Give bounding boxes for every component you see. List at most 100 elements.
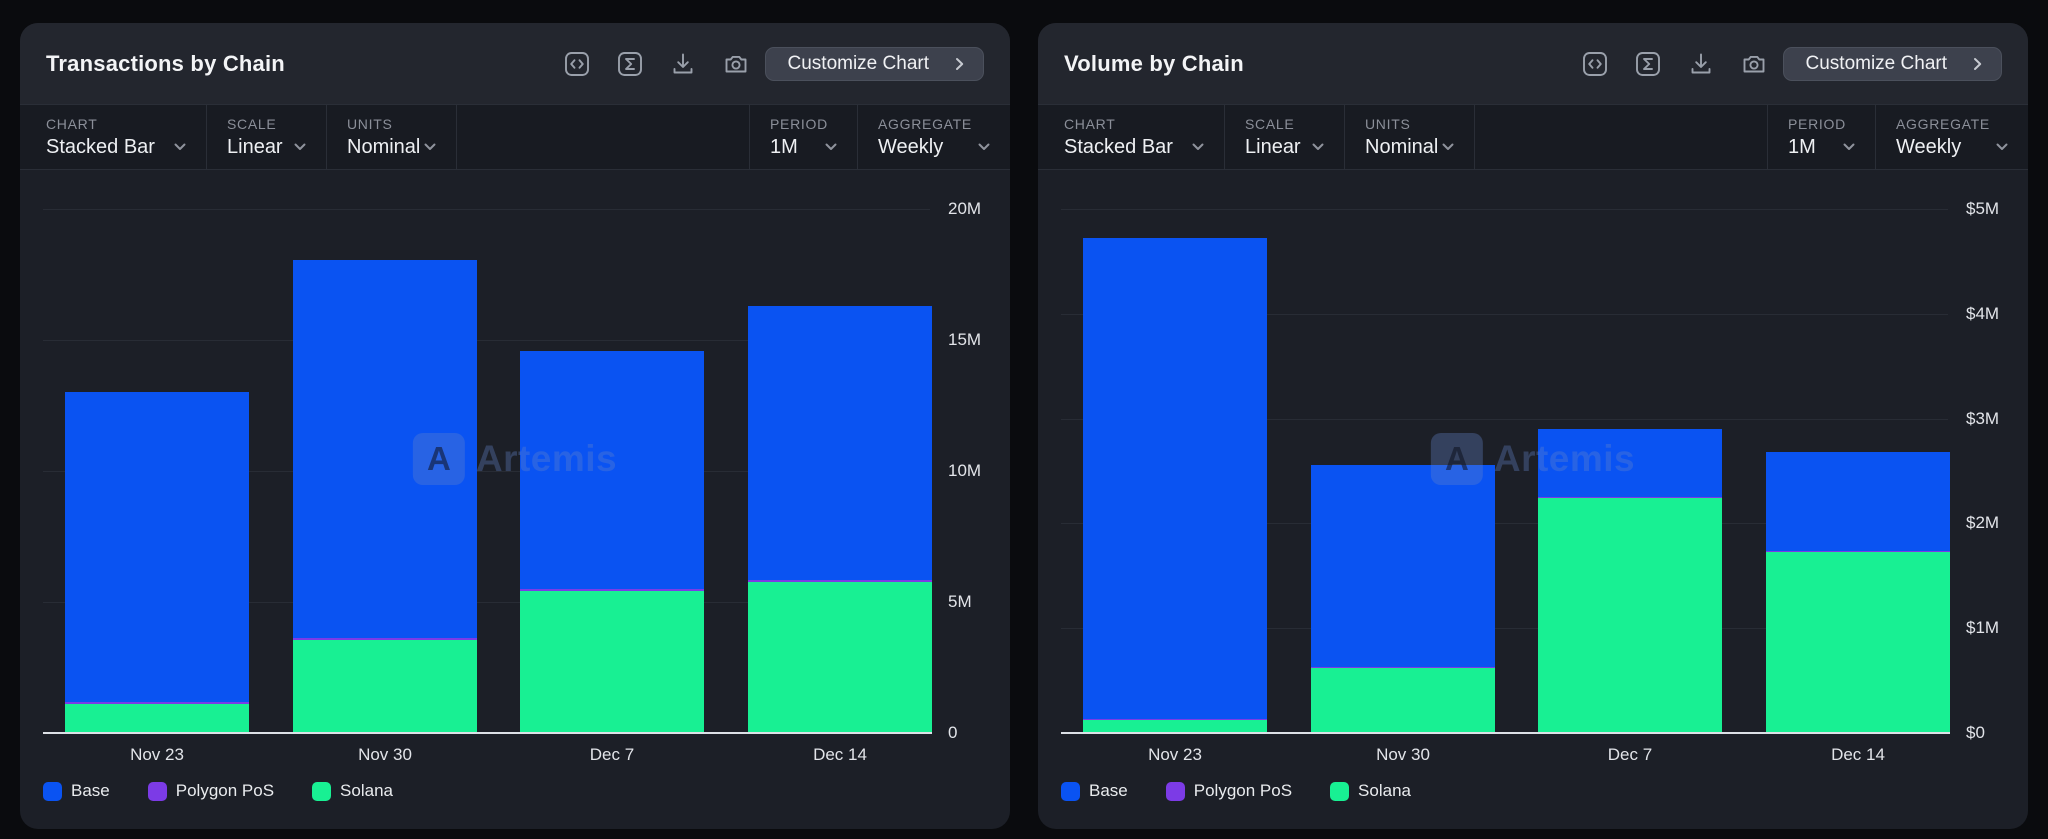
- panel-header: Transactions by Chain Customize Chart: [20, 23, 1010, 104]
- formula-button[interactable]: [1633, 49, 1663, 79]
- legend-item-solana[interactable]: Solana: [1330, 781, 1411, 801]
- chart-legend: Base Polygon PoS Solana: [43, 781, 393, 801]
- screenshot-button[interactable]: [1739, 49, 1769, 79]
- sigma-icon: [617, 51, 642, 76]
- bar-segment-solana[interactable]: [1538, 498, 1722, 733]
- legend-swatch: [43, 781, 62, 801]
- legend-swatch: [312, 781, 332, 801]
- bar-segment-polygon-pos[interactable]: [1311, 667, 1495, 668]
- legend-swatch: [147, 781, 167, 801]
- chevron-down-icon: [294, 143, 306, 150]
- x-axis-label: Dec 7: [589, 745, 635, 764]
- screenshot-button[interactable]: [721, 49, 751, 79]
- period-select[interactable]: 1M: [1788, 136, 1855, 159]
- bar-segment-base[interactable]: [1538, 429, 1722, 497]
- chart-type-select[interactable]: Stacked Bar: [46, 136, 186, 159]
- customize-chart-button[interactable]: Customize Chart: [764, 46, 984, 81]
- chart-legend: Base Polygon PoS Solana: [1061, 781, 1411, 801]
- code-icon: [564, 51, 589, 76]
- filter-bar-spacer: [457, 105, 750, 169]
- bar-segment-solana[interactable]: [1311, 668, 1495, 733]
- bar-segment-polygon-pos[interactable]: [1766, 551, 1950, 552]
- x-axis-label: Nov 30: [358, 745, 412, 764]
- filter-units: UNITS Nominal: [1345, 105, 1475, 169]
- legend-label: Solana: [340, 781, 393, 800]
- bar-segment-solana[interactable]: [520, 591, 704, 733]
- units-value: Nominal: [1365, 135, 1439, 158]
- filter-bar: CHART Stacked Bar SCALE Linear UNITS Nom…: [20, 104, 1010, 170]
- y-axis-label: $4M: [1966, 304, 2000, 323]
- filter-label: CHART: [46, 115, 98, 132]
- legend-swatch: [1165, 781, 1185, 801]
- y-axis-label: $5M: [1966, 199, 2000, 218]
- legend-item-base[interactable]: Base: [1061, 781, 1128, 801]
- bar-segment-polygon-pos[interactable]: [520, 589, 704, 591]
- download-button[interactable]: [1686, 49, 1716, 79]
- bar-segment-solana[interactable]: [748, 582, 932, 733]
- legend-swatch: [1061, 781, 1080, 801]
- chevron-down-icon: [1312, 143, 1324, 150]
- formula-button[interactable]: [615, 49, 645, 79]
- embed-code-button[interactable]: [562, 49, 592, 79]
- bar-segment-base[interactable]: [1311, 465, 1495, 667]
- scale-select[interactable]: Linear: [227, 136, 306, 159]
- bar-segment-polygon-pos[interactable]: [293, 638, 477, 640]
- download-button[interactable]: [668, 49, 698, 79]
- bar-segment-base[interactable]: [65, 392, 249, 702]
- aggregate-select[interactable]: Weekly: [1896, 136, 2008, 159]
- x-axis-label: Dec 14: [813, 745, 867, 764]
- bar-segment-base[interactable]: [1766, 452, 1950, 551]
- bar-segment-solana[interactable]: [65, 704, 249, 733]
- period-select[interactable]: 1M: [770, 136, 837, 159]
- units-select[interactable]: Nominal: [347, 136, 436, 159]
- chevron-down-icon: [1843, 143, 1855, 150]
- legend-item-base[interactable]: Base: [43, 781, 110, 801]
- bar-segment-polygon-pos[interactable]: [1538, 497, 1722, 498]
- y-axis-label: 5M: [948, 592, 972, 611]
- filter-aggregate: AGGREGATE Weekly: [858, 105, 1010, 169]
- x-axis-label: Nov 30: [1376, 745, 1430, 764]
- x-axis-label: Dec 7: [1607, 745, 1653, 764]
- filter-label: AGGREGATE: [1896, 115, 1990, 132]
- legend-label: Polygon PoS: [1193, 781, 1293, 800]
- scale-select[interactable]: Linear: [1245, 136, 1324, 159]
- chevron-down-icon: [1442, 143, 1454, 150]
- grid-line: [1061, 209, 1948, 210]
- legend-item-solana[interactable]: Solana: [312, 781, 393, 801]
- legend-label: Base: [71, 781, 110, 800]
- bar-segment-base[interactable]: [520, 351, 704, 589]
- bar-segment-polygon-pos[interactable]: [1083, 719, 1267, 720]
- y-axis-label: 10M: [948, 461, 982, 480]
- bar-segment-polygon-pos[interactable]: [748, 580, 932, 582]
- customize-chart-button[interactable]: Customize Chart: [1782, 46, 2002, 81]
- legend-label: Solana: [1358, 781, 1411, 800]
- bar-segment-solana[interactable]: [1766, 552, 1950, 733]
- chart-type-select[interactable]: Stacked Bar: [1064, 136, 1204, 159]
- legend-item-polygon-pos[interactable]: Polygon PoS: [147, 781, 275, 801]
- page-title: Transactions by Chain: [46, 50, 285, 76]
- bar-segment-polygon-pos[interactable]: [65, 702, 249, 704]
- filter-scale: SCALE Linear: [1225, 105, 1345, 169]
- x-axis-line: [43, 732, 932, 734]
- y-axis-label: $3M: [1966, 409, 2000, 428]
- bar-segment-base[interactable]: [1083, 238, 1267, 719]
- filter-label: UNITS: [347, 115, 393, 132]
- x-axis-label: Nov 23: [130, 745, 184, 764]
- aggregate-value: Weekly: [878, 135, 944, 158]
- legend-item-polygon-pos[interactable]: Polygon PoS: [1165, 781, 1293, 801]
- legend-label: Polygon PoS: [175, 781, 275, 800]
- aggregate-select[interactable]: Weekly: [878, 136, 990, 159]
- units-select[interactable]: Nominal: [1365, 136, 1454, 159]
- chart-type-value: Stacked Bar: [46, 135, 155, 158]
- bar-segment-base[interactable]: [293, 260, 477, 638]
- period-value: 1M: [1788, 135, 1816, 158]
- bar-segment-solana[interactable]: [293, 640, 477, 733]
- code-icon: [1582, 51, 1607, 76]
- toolbar-icons: [1580, 49, 1769, 79]
- embed-code-button[interactable]: [1580, 49, 1610, 79]
- filter-bar: CHART Stacked Bar SCALE Linear UNITS Nom…: [1038, 104, 2028, 170]
- filter-label: SCALE: [1245, 115, 1295, 132]
- period-value: 1M: [770, 135, 798, 158]
- customize-chart-label: Customize Chart: [1805, 52, 1948, 74]
- bar-segment-base[interactable]: [748, 306, 932, 580]
